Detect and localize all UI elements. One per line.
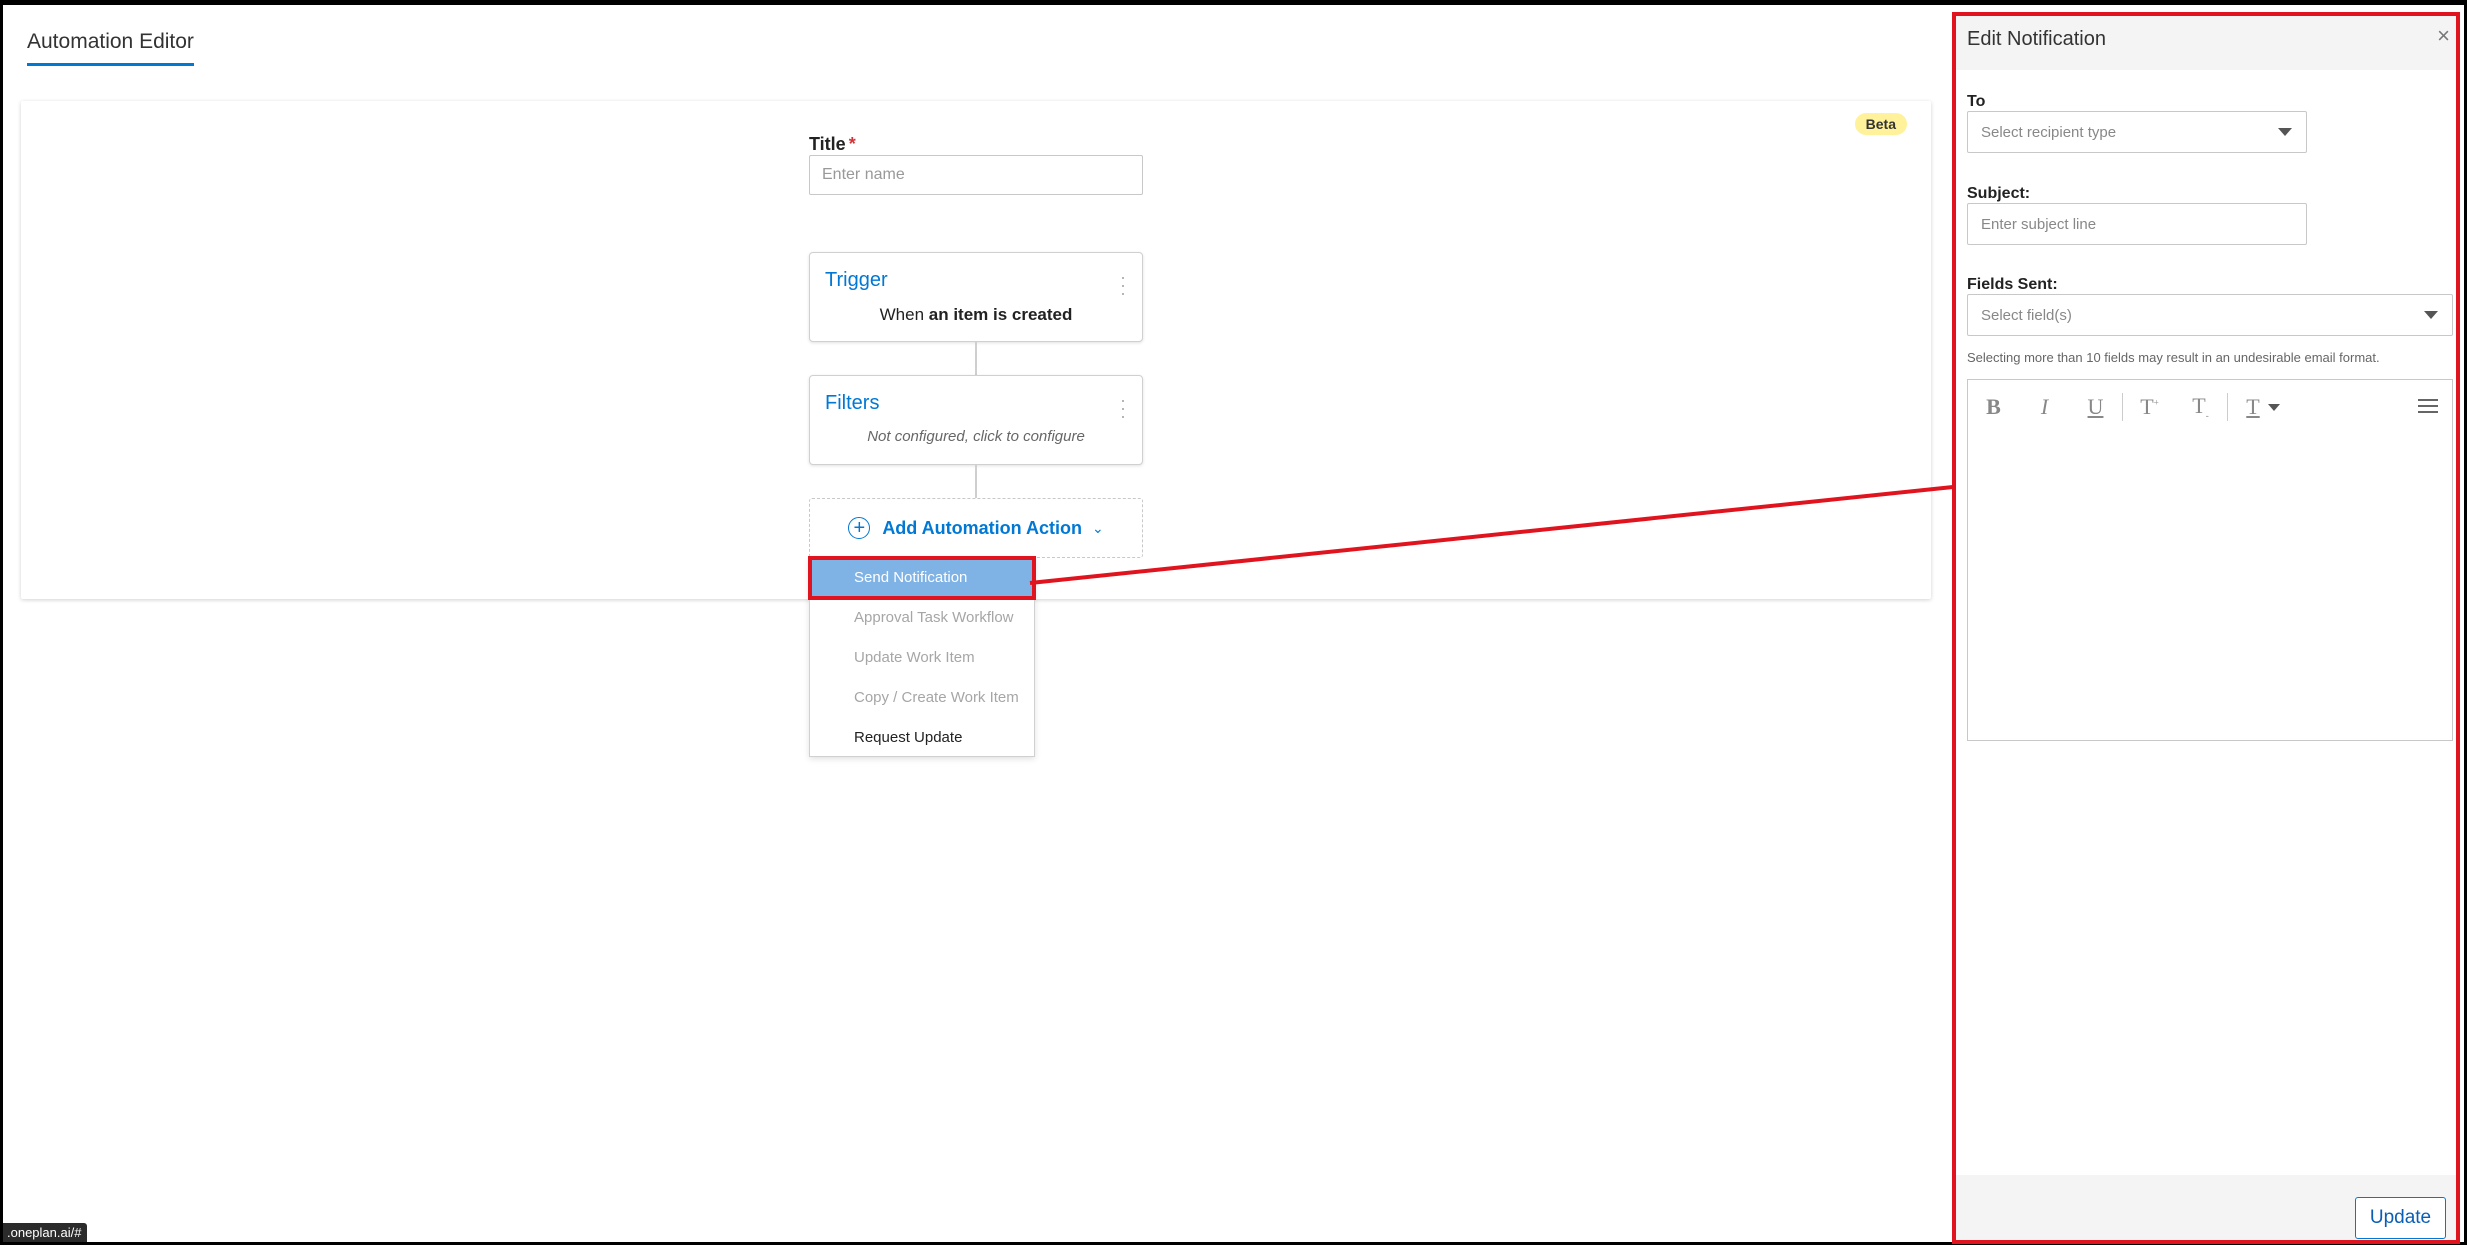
superscript-icon[interactable]: T+ (2124, 394, 2175, 420)
title-label-text: Title (809, 134, 846, 154)
align-menu-icon[interactable] (2418, 399, 2438, 417)
filters-title: Filters (825, 392, 880, 414)
email-body-editor[interactable]: B I U T+ T- T (1967, 379, 2453, 741)
italic-icon[interactable]: I (2019, 394, 2070, 420)
fields-sent-label: Fields Sent: (1967, 276, 2058, 293)
underline-icon[interactable]: U (2070, 394, 2121, 420)
bold-icon[interactable]: B (1968, 394, 2019, 420)
menu-item-approval-task-workflow[interactable]: Approval Task Workflow (810, 598, 1034, 638)
title-label: Title * (809, 134, 856, 155)
filters-description: Not configured, click to configure (867, 428, 1085, 445)
chevron-down-icon: ⌄ (1091, 519, 1104, 536)
fields-sent-select[interactable]: Select field(s) (1967, 294, 2453, 336)
beta-badge: Beta (1854, 113, 1907, 135)
panel-header: Edit Notification × (1953, 13, 2458, 70)
font-color-icon[interactable]: T (2229, 394, 2297, 420)
fields-sent-placeholder: Select field(s) (1981, 306, 2072, 324)
panel-title: Edit Notification (1967, 28, 2106, 50)
trigger-desc-prefix: When (879, 305, 925, 324)
subscript-icon[interactable]: T- (2175, 393, 2226, 420)
edit-notification-panel: Edit Notification × To Select recipient … (1953, 13, 2458, 1243)
plus-circle-icon: + (848, 517, 871, 539)
app-window: Automation Editor Beta Title * Enter name… (0, 0, 2467, 1245)
add-action-label: Add Automation Action (882, 517, 1082, 538)
toolbar-divider (2122, 393, 2123, 421)
trigger-title: Trigger (825, 269, 888, 291)
caret-down-icon (2278, 128, 2292, 136)
filters-card[interactable]: Filters · · · Not configured, click to con… (809, 375, 1143, 465)
action-dropdown-menu: Send Notification Approval Task Workflow… (808, 556, 1036, 758)
update-button[interactable]: Update (2355, 1197, 2446, 1239)
kebab-menu-icon[interactable]: · · · (1120, 268, 1126, 302)
trigger-card[interactable]: Trigger · · · When an item is created (809, 252, 1143, 342)
font-color-glyph: T (2246, 394, 2260, 419)
menu-item-copy-create-work-item[interactable]: Copy / Create Work Item (810, 678, 1034, 718)
close-icon[interactable]: × (2437, 23, 2450, 49)
automation-canvas: Beta Title * Enter name Trigger · · · When … (21, 101, 1931, 599)
trigger-desc-event: an item is created (928, 305, 1073, 324)
trigger-description: When an item is created (810, 305, 1142, 325)
subject-input[interactable]: Enter subject line (1967, 203, 2307, 245)
flow-connector (975, 342, 977, 375)
to-label: To (1967, 93, 1986, 110)
recipient-type-select[interactable]: Select recipient type (1967, 111, 2307, 153)
menu-item-send-notification[interactable]: Send Notification (808, 556, 1036, 600)
caret-down-icon (2424, 311, 2438, 319)
panel-footer: Update (1953, 1175, 2458, 1243)
tab-automation-editor[interactable]: Automation Editor (27, 30, 194, 66)
subscript-glyph: T (2192, 393, 2206, 419)
status-bar-url: .oneplan.ai/# (3, 1223, 88, 1242)
subject-label: Subject: (1967, 185, 2031, 202)
toolbar-divider (2227, 393, 2228, 421)
menu-item-request-update[interactable]: Request Update (810, 718, 1034, 758)
kebab-menu-icon[interactable]: · · · (1120, 391, 1126, 425)
menu-item-update-work-item[interactable]: Update Work Item (810, 638, 1034, 678)
title-input[interactable]: Enter name (809, 155, 1143, 195)
caret-down-icon (2267, 403, 2280, 411)
recipient-type-placeholder: Select recipient type (1981, 123, 2117, 141)
required-marker: * (848, 134, 856, 154)
editor-toolbar: B I U T+ T- T (1968, 380, 2452, 434)
add-automation-action-button[interactable]: + Add Automation Action ⌄ (809, 498, 1143, 558)
fields-hint: Selecting more than 10 fields may result… (1967, 350, 2380, 365)
superscript-glyph: T (2140, 394, 2154, 419)
flow-connector (975, 465, 977, 498)
